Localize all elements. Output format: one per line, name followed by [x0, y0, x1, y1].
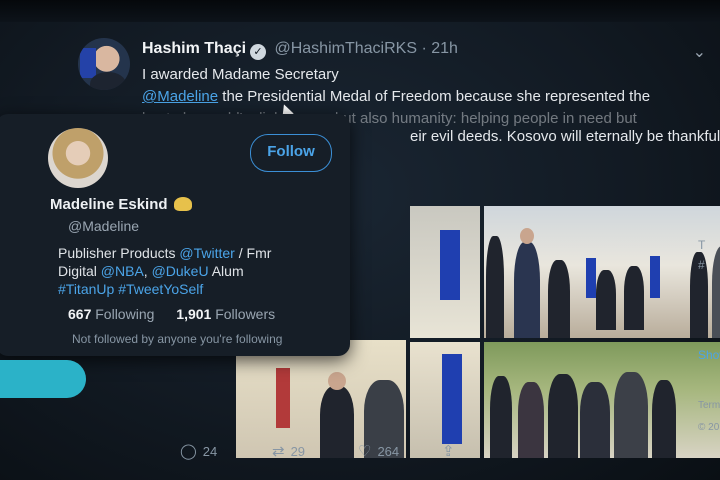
suit-image — [90, 72, 126, 90]
share-button[interactable]: ⇪ — [442, 442, 461, 460]
retweet-button[interactable]: ⇄ 29 — [272, 442, 305, 460]
retweet-icon: ⇄ — [272, 443, 285, 460]
reply-button[interactable]: ◯ 24 — [180, 442, 217, 460]
person-figure — [486, 236, 504, 338]
tweet-actions: ◯ 24 ⇄ 29 ♡ 264 ⇪ — [180, 442, 680, 462]
follow-button[interactable]: Follow — [250, 134, 332, 172]
followers-link[interactable]: 1,901 Followers — [176, 306, 275, 322]
tweet-compose-button[interactable] — [0, 360, 86, 398]
reply-icon: ◯ — [180, 443, 197, 460]
flag-image — [586, 258, 596, 298]
bio-link-duke[interactable]: @DukeU — [152, 263, 209, 279]
screen: Hashim Thaçi ✓ @HashimThaciRKS · 21h ⌄ I … — [0, 0, 720, 480]
person-figure — [514, 242, 540, 338]
profile-avatar[interactable] — [48, 128, 108, 188]
bio-link-nba[interactable]: @NBA — [101, 263, 144, 279]
tweet-photo-2[interactable] — [484, 206, 720, 338]
bio-text: Publisher Products — [58, 245, 180, 261]
bio-text: / Fmr — [234, 245, 272, 261]
flag-image — [440, 230, 460, 300]
followed-by-note: Not followed by anyone you're following — [72, 332, 283, 346]
heart-icon: ♡ — [358, 443, 372, 460]
flag-image — [442, 354, 462, 444]
following-label: Following — [95, 306, 155, 322]
profile-name[interactable]: Madeline Eskind — [50, 196, 192, 213]
author-handle[interactable]: @HashimThaciRKS — [274, 40, 417, 57]
tweet-line-2: @Madeline the Presidential Medal of Free… — [142, 86, 692, 108]
verified-badge-icon: ✓ — [250, 44, 267, 60]
flag-image — [276, 368, 290, 428]
like-button[interactable]: ♡ 264 — [358, 442, 399, 460]
tweet-time[interactable]: · 21h — [421, 40, 457, 57]
bio-link-twitter[interactable]: @Twitter — [179, 245, 234, 261]
bio-text: , — [143, 263, 152, 279]
mention-link[interactable]: @Madeline — [142, 88, 218, 105]
profile-bio: Publisher Products @Twitter / Fmr Digita… — [58, 244, 308, 298]
flag-image — [650, 256, 660, 298]
terms-link[interactable]: Terms — [698, 400, 720, 411]
tweet-line-4: eir evil deeds. Kosovo will eternally be… — [410, 128, 720, 145]
reply-count: 24 — [202, 444, 218, 459]
tweet-photo-left[interactable] — [236, 340, 406, 458]
monitor-bezel — [0, 0, 720, 22]
person-figure — [548, 260, 570, 338]
hashtag-titanup[interactable]: #TitanUp — [58, 281, 114, 297]
author-row: Hashim Thaçi ✓ @HashimThaciRKS · 21h — [142, 40, 458, 60]
like-count: 264 — [377, 444, 400, 459]
show-more-link[interactable]: Show — [698, 348, 720, 362]
followers-count: 1,901 — [176, 306, 212, 322]
profile-name-text: Madeline Eskind — [50, 196, 168, 213]
person-figure — [624, 266, 644, 330]
tweet-photo-1[interactable] — [410, 206, 480, 338]
following-count: 667 — [68, 306, 92, 322]
bio-text: Digital — [58, 263, 101, 279]
sidebar-text[interactable]: # — [698, 258, 705, 272]
followers-label: Followers — [215, 306, 276, 322]
profile-stats: 667 Following 1,901 Followers — [68, 306, 275, 322]
emoji-icon — [173, 197, 192, 211]
profile-handle[interactable]: @Madeline — [68, 218, 139, 234]
tweet-photo-4[interactable] — [484, 342, 720, 458]
tweet-photo-grid[interactable] — [410, 206, 720, 458]
author-avatar[interactable] — [78, 38, 130, 90]
sidebar-text: T — [698, 238, 706, 252]
profile-hovercard: Follow Madeline Eskind @Madeline Publish… — [0, 114, 350, 356]
hashtag-tweetyoself[interactable]: #TweetYoSelf — [118, 281, 203, 297]
right-sidebar: T # Show Terms © 2019 — [694, 230, 720, 480]
copyright-text: © 2019 — [698, 422, 720, 433]
author-name[interactable]: Hashim Thaçi — [142, 40, 246, 57]
chevron-down-icon[interactable]: ⌄ — [693, 42, 706, 62]
bio-text: Alum — [208, 263, 244, 279]
retweet-count: 29 — [290, 444, 306, 459]
share-icon: ⇪ — [442, 443, 455, 460]
tweet-photo-3[interactable] — [410, 342, 480, 458]
tweet-line-2-rest: the Presidential Medal of Freedom becaus… — [218, 88, 651, 105]
following-link[interactable]: 667 Following — [68, 306, 154, 322]
flag-image — [80, 48, 96, 78]
tweet-line-1: I awarded Madame Secretary — [142, 66, 339, 83]
person-head — [328, 372, 346, 390]
person-figure — [596, 270, 616, 330]
person-head — [520, 228, 534, 244]
